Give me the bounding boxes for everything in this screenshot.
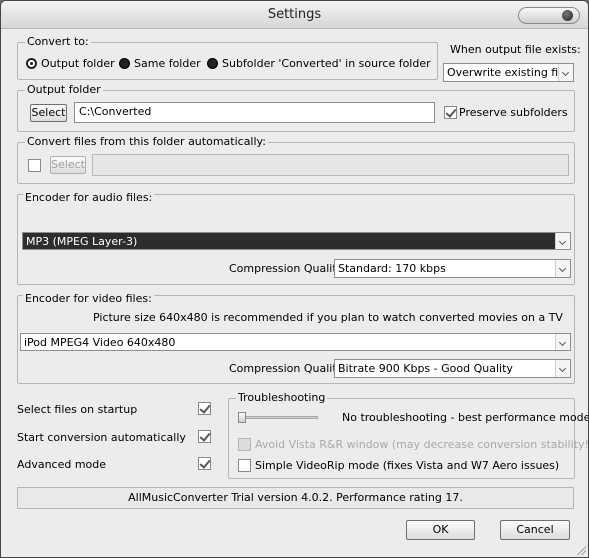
radio-output-folder-label: Output folder (41, 57, 115, 70)
chevron-down-icon (555, 260, 570, 277)
output-folder-label: Output folder (25, 83, 103, 96)
video-quality-value: Bitrate 900 Kbps - Good Quality (338, 362, 513, 375)
radio-same-folder-label: Same folder (134, 57, 201, 70)
resize-grip-icon[interactable] (576, 545, 586, 555)
avoid-vista-checkbox[interactable] (238, 438, 251, 451)
chevron-down-icon (558, 64, 573, 81)
troubleshooting-slider-track[interactable] (238, 416, 318, 419)
troubleshooting-group: Troubleshooting No troubleshooting - bes… (228, 391, 588, 479)
audio-encoder-group: Encoder for audio files: MP3 (MPEG Layer… (17, 191, 575, 285)
radio-subfolder[interactable]: Subfolder 'Converted' in source folder (207, 57, 431, 70)
troubleshooting-slider-thumb[interactable] (238, 412, 246, 423)
audio-quality-dropdown[interactable]: Standard: 170 kbps (334, 259, 571, 278)
radio-output-folder[interactable]: Output folder (26, 57, 115, 70)
audio-encoder-label: Encoder for audio files: (23, 191, 155, 204)
output-exists-value: Overwrite existing file (447, 66, 569, 79)
radio-same-folder[interactable]: Same folder (119, 57, 201, 70)
simple-videorip-label: Simple VideoRip mode (fixes Vista and W7… (255, 459, 560, 472)
radio-output-folder-indicator (26, 58, 37, 69)
auto-convert-label: Convert files from this folder automatic… (25, 135, 268, 148)
start-auto-checkbox[interactable] (198, 430, 211, 443)
preserve-subfolders-label: Preserve subfolders (459, 106, 568, 119)
close-button[interactable] (518, 7, 580, 24)
convert-to-label: Convert to: (25, 35, 91, 48)
preserve-subfolders-checkbox[interactable] (444, 106, 457, 119)
output-exists-label: When output file exists: (450, 43, 581, 56)
video-quality-label: Compression Quality (229, 362, 344, 375)
output-folder-select-button[interactable]: Select (30, 104, 67, 122)
audio-encoder-value: MP3 (MPEG Layer-3) (26, 235, 138, 248)
simple-videorip-checkbox[interactable] (238, 459, 251, 472)
start-auto-label: Start conversion automatically (17, 431, 186, 444)
radio-same-folder-indicator (119, 58, 130, 69)
chevron-down-icon (555, 360, 570, 377)
video-encoder-group: Encoder for video files: Picture size 64… (17, 292, 575, 384)
status-bar: AllMusicConverter Trial version 4.0.2. P… (17, 487, 574, 509)
title-bar[interactable]: Settings (1, 1, 588, 29)
video-encoder-dropdown[interactable]: iPod MPEG4 Video 640x480 (20, 333, 571, 351)
avoid-vista-label: Avoid Vista R&R window (may decrease con… (255, 438, 589, 451)
radio-subfolder-label: Subfolder 'Converted' in source folder (222, 57, 431, 70)
window-title: Settings (267, 7, 322, 22)
auto-convert-checkbox[interactable] (28, 159, 41, 172)
advanced-mode-label: Advanced mode (17, 458, 107, 471)
ok-button[interactable]: OK (406, 520, 475, 540)
radio-subfolder-indicator (207, 58, 218, 69)
cancel-button[interactable]: Cancel (500, 520, 570, 540)
output-folder-group: Output folder Select C:\Converted Preser… (17, 83, 575, 132)
auto-convert-select-button[interactable]: Select (50, 156, 86, 174)
chevron-down-icon (555, 334, 570, 350)
auto-convert-group: Convert files from this folder automatic… (17, 135, 575, 184)
video-quality-dropdown[interactable]: Bitrate 900 Kbps - Good Quality (334, 359, 571, 378)
audio-encoder-dropdown[interactable]: MP3 (MPEG Layer-3) (22, 232, 571, 250)
troubleshooting-label: Troubleshooting (236, 391, 328, 404)
troubleshooting-level-text: No troubleshooting - best performance mo… (342, 411, 589, 424)
audio-quality-label: Compression Quality (229, 262, 344, 275)
video-encoder-value: iPod MPEG4 Video 640x480 (24, 336, 176, 349)
status-text: AllMusicConverter Trial version 4.0.2. P… (128, 491, 463, 504)
select-on-startup-label: Select files on startup (17, 403, 138, 416)
output-exists-dropdown[interactable]: Overwrite existing file (443, 63, 574, 82)
convert-to-group: Convert to: Output folder Same folder Su… (17, 35, 438, 80)
advanced-mode-checkbox[interactable] (198, 457, 211, 470)
auto-convert-path-input[interactable] (92, 154, 569, 176)
output-folder-path-input[interactable]: C:\Converted (74, 102, 435, 123)
video-encoder-label: Encoder for video files: (23, 292, 154, 305)
audio-quality-value: Standard: 170 kbps (338, 262, 446, 275)
settings-window: Settings Convert to: Output folder Same … (0, 0, 589, 558)
chevron-down-icon (555, 233, 570, 249)
close-icon (562, 10, 573, 21)
select-on-startup-checkbox[interactable] (198, 402, 211, 415)
video-size-hint: Picture size 640x480 is recommended if y… (93, 311, 563, 324)
